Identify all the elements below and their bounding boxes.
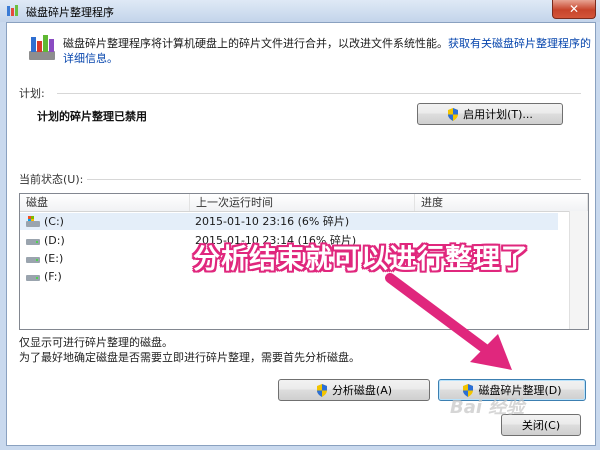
window-frame: 磁盘碎片整理程序 ✕ 磁盘碎片整理程序将计算机硬盘上的碎片文件进行合并，以改进文… — [0, 0, 600, 450]
description-text: 磁盘碎片整理程序将计算机硬盘上的碎片文件进行合并，以改进文件系统性能。 — [63, 37, 448, 50]
disk-list-header: 磁盘 上一次运行时间 进度 — [20, 194, 588, 212]
disk-name: (E:) — [44, 252, 64, 265]
window-title: 磁盘碎片整理程序 — [26, 6, 114, 19]
column-last-run[interactable]: 上一次运行时间 — [190, 194, 415, 211]
disk-last-run: 2015-01-10 23:16 (6% 碎片) — [195, 215, 350, 228]
disk-list-scrollbar[interactable] — [569, 211, 588, 329]
analyze-disk-label: 分析磁盘(A) — [331, 384, 393, 397]
annotation-arrow-icon — [385, 273, 512, 370]
enable-schedule-button[interactable]: 启用计划(T)... — [417, 103, 563, 125]
divider — [57, 93, 581, 94]
disk-name: (D:) — [44, 234, 65, 247]
system-drive-icon — [26, 216, 40, 227]
schedule-status: 计划的碎片整理已禁用 — [37, 110, 147, 123]
column-disk[interactable]: 磁盘 — [20, 194, 190, 211]
defrag-app-icon — [7, 5, 18, 16]
current-status-label: 当前状态(U): — [19, 173, 84, 186]
uac-shield-icon — [448, 107, 459, 121]
column-progress[interactable]: 进度 — [415, 194, 588, 211]
note-defraggable-only: 仅显示可进行碎片整理的磁盘。 — [19, 336, 173, 349]
disk-name: (F:) — [44, 270, 62, 283]
watermark: Bai 经验 — [450, 397, 525, 418]
note-analyze-first: 为了最好地确定磁盘是否需要立即进行碎片整理，需要首先分析磁盘。 — [19, 351, 360, 364]
title-bar: 磁盘碎片整理程序 ✕ — [0, 0, 600, 22]
enable-schedule-label: 启用计划(T)... — [463, 108, 533, 121]
disk-name: (C:) — [44, 215, 64, 228]
close-button-label: 关闭(C) — [521, 419, 561, 432]
divider — [87, 179, 581, 180]
drive-icon — [26, 239, 40, 245]
defrag-app-icon-large — [29, 35, 55, 60]
uac-shield-icon — [316, 383, 327, 397]
analyze-disk-button[interactable]: 分析磁盘(A) — [278, 379, 430, 401]
close-window-button[interactable]: ✕ — [552, 0, 596, 19]
dialog-body: 磁盘碎片整理程序将计算机硬盘上的碎片文件进行合并，以改进文件系统性能。获取有关磁… — [6, 22, 596, 446]
schedule-section-label: 计划: — [19, 87, 45, 100]
drive-icon — [26, 275, 40, 281]
drive-icon — [26, 257, 40, 263]
disk-row[interactable]: (C:) 2015-01-10 23:16 (6% 碎片) — [20, 213, 558, 230]
description: 磁盘碎片整理程序将计算机硬盘上的碎片文件进行合并，以改进文件系统性能。获取有关磁… — [63, 36, 591, 66]
